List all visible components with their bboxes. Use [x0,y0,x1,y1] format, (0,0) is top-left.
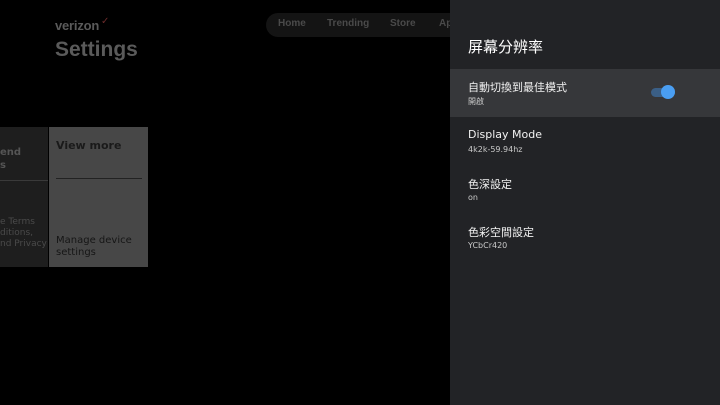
nav-apps[interactable]: Ap [439,18,450,29]
view-more-card[interactable]: View more Manage device settings [49,127,148,267]
legal-card-sub2: ditions, [0,228,34,238]
verizon-logo: verizon [55,18,100,33]
auto-best-mode-label: 自動切換到最佳模式 [468,81,567,94]
color-depth-label: 色深設定 [468,178,512,191]
toggle-thumb [661,85,675,99]
color-space-row[interactable]: 色彩空間設定 YCbCr420 [450,214,720,262]
page-title: Settings [55,38,138,61]
nav-store[interactable]: Store [390,18,416,29]
panel-title: 屏幕分辨率 [468,38,544,56]
legal-card-sub3: nd Privacy [0,239,47,249]
view-more-sub2: settings [56,247,96,258]
nav-home[interactable]: Home [278,18,306,29]
nav-trending[interactable]: Trending [327,18,369,29]
legal-card-sub1: e Terms [0,217,35,227]
view-more-divider [56,178,142,179]
resolution-panel: 屏幕分辨率 自動切換到最佳模式 開啟 Display Mode 4k2k-59.… [450,0,720,405]
auto-best-mode-row[interactable]: 自動切換到最佳模式 開啟 [450,69,720,117]
legal-card-title-line2: s [0,160,6,171]
display-mode-row[interactable]: Display Mode 4k2k-59.94hz [450,118,720,166]
color-depth-value: on [468,193,478,202]
auto-best-mode-toggle[interactable] [651,85,676,99]
display-mode-label: Display Mode [468,128,543,141]
legal-card-title: end [0,147,22,158]
view-more-sub1: Manage device [56,235,132,246]
color-space-label: 色彩空間設定 [468,226,534,239]
display-mode-value: 4k2k-59.94hz [468,145,523,154]
background-settings-app: verizon ✓ Settings Home Trending Store A… [0,0,450,405]
verizon-check-icon: ✓ [101,16,110,27]
color-depth-row[interactable]: 色深設定 on [450,166,720,214]
legal-card-divider [0,180,48,181]
auto-best-mode-value: 開啟 [468,97,484,106]
color-space-value: YCbCr420 [468,241,508,250]
view-more-title: View more [56,139,122,152]
legal-card[interactable]: end s e Terms ditions, nd Privacy [0,127,48,267]
